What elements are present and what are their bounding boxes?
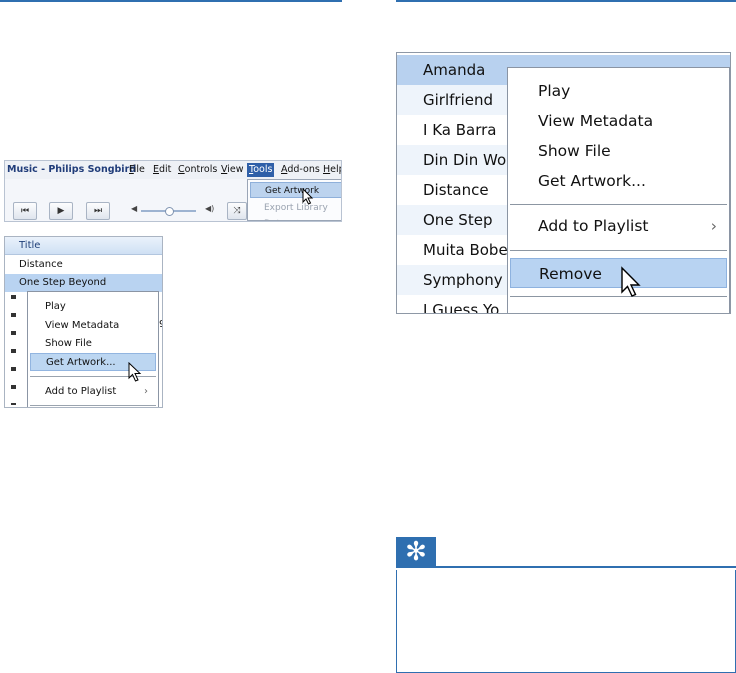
tip-rule [396,566,736,568]
chevron-right-icon: › [144,386,148,397]
volume-low-icon: ◀ [131,204,138,213]
mouse-cursor-icon [128,362,142,382]
context-item-get-artwork[interactable]: Get Artwork... [510,166,727,196]
left-top-rule [0,0,342,2]
tip-asterisk-icon: ✻ [396,537,436,568]
menu-separator [510,204,727,205]
menu-help[interactable]: Help [323,164,341,175]
clipped-row-text: 9 [159,319,162,330]
context-item-play[interactable]: Play [510,76,727,106]
mouse-cursor-icon [621,266,641,297]
previous-track-button[interactable]: ⏮ [13,202,37,220]
context-item-view-metadata[interactable]: View Metadata [30,317,156,335]
songbird-window: Music - Philips Songbird File Edit Contr… [4,160,342,222]
play-button[interactable]: ▶ [49,202,73,220]
menu-tools[interactable]: Tools [247,163,275,177]
volume-slider-thumb[interactable] [164,207,174,216]
context-menu: Play View Metadata Show File Get Artwork… [27,291,159,407]
table-row[interactable]: Distance [5,256,162,274]
menu-item-get-artwork[interactable]: Get Artwork [250,182,341,198]
volume-high-icon: ◀) [205,204,215,213]
menu-item-export-library[interactable]: Export Library Data [250,200,341,221]
menu-edit[interactable]: Edit [153,164,171,175]
menu-add-ons[interactable]: Add-ons [281,164,320,175]
context-item-label: Add to Playlist [538,217,649,235]
context-item-view-metadata[interactable]: View Metadata [510,106,727,136]
window-title: Music - Philips Songbird [7,164,137,175]
context-item-add-to-playlist[interactable]: Add to Playlist › [510,211,727,241]
tools-dropdown: Get Artwork Export Library Data [247,179,341,221]
context-item-label: Add to Playlist [45,386,117,397]
shuffle-icon: ⤨ [233,206,241,216]
next-track-button[interactable]: ⏭ [86,202,110,220]
column-header-title[interactable]: Title [5,237,162,255]
menu-file[interactable]: File [129,164,145,175]
menu-view[interactable]: View [221,164,244,175]
volume-slider[interactable] [141,207,196,216]
context-item-play[interactable]: Play [30,298,156,316]
context-item-remove[interactable]: Remove [510,258,727,288]
tip-box [396,570,736,673]
context-item-add-to-playlist[interactable]: Add to Playlist › [30,383,156,401]
context-item-show-file[interactable]: Show File [30,335,156,353]
menu-separator [510,250,727,251]
context-item-show-file[interactable]: Show File [510,136,727,166]
context-menu: Play View Metadata Show File Get Artwork… [507,67,730,313]
previous-icon: ⏮ [20,206,30,216]
menu-separator [30,405,156,406]
menu-bar: Music - Philips Songbird File Edit Contr… [5,161,341,179]
table-row-selected[interactable]: One Step Beyond [5,274,162,292]
play-icon: ▶ [57,206,65,216]
menu-separator [510,296,727,297]
chevron-right-icon: › [710,217,717,235]
mouse-cursor-icon [302,188,314,205]
menu-controls[interactable]: Controls [178,164,217,175]
clipped-row-edges [11,295,16,405]
left-library-list: Title Distance One Step Beyond 9 Play Vi… [4,236,163,408]
next-icon: ⏭ [93,206,103,216]
shuffle-button[interactable]: ⤨ [227,202,247,220]
right-top-rule [396,0,736,2]
right-library-list: Amanda Girlfriend I Ka Barra Din Din Wo … [396,52,731,314]
